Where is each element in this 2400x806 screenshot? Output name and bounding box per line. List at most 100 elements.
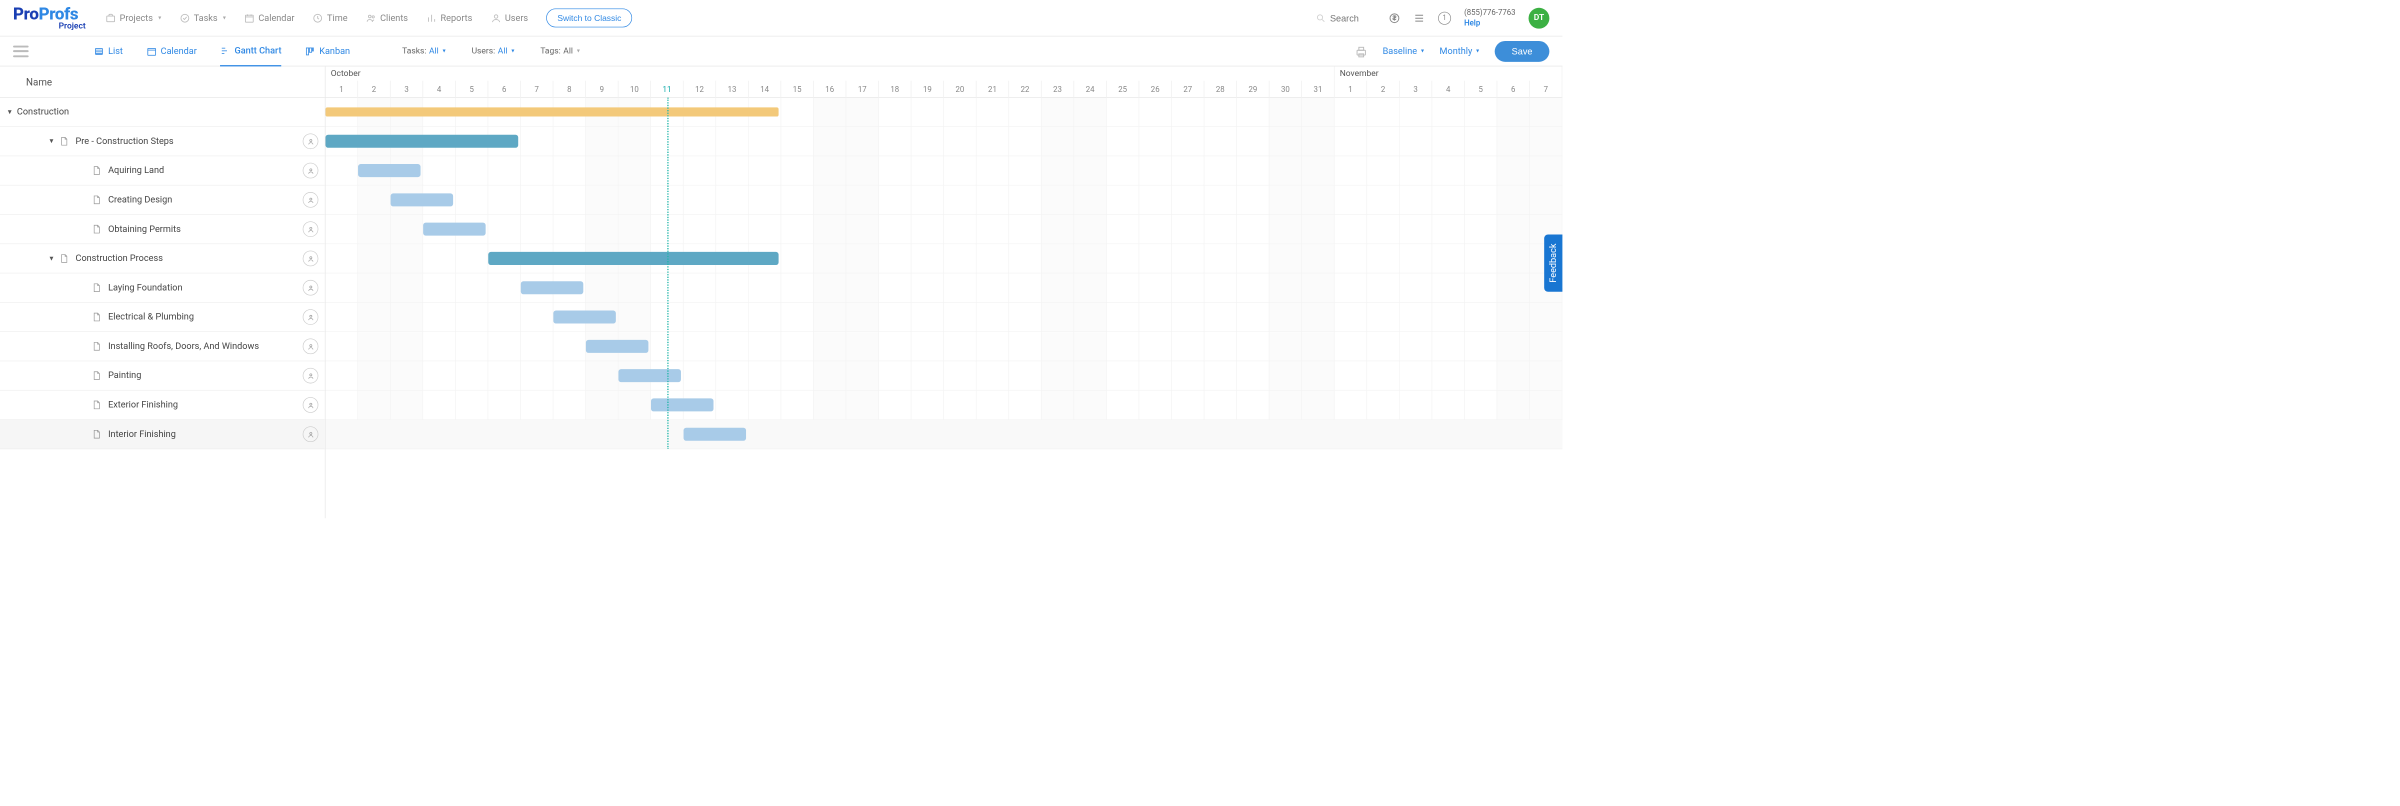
gantt-bar[interactable] (521, 281, 583, 294)
document-icon (91, 370, 101, 380)
day-cell: 1 (1335, 81, 1368, 98)
help-link[interactable]: Help (1464, 18, 1515, 28)
task-row[interactable]: Laying Foundation (0, 273, 325, 302)
gantt-bar[interactable] (651, 398, 713, 411)
gantt-bar[interactable] (391, 193, 453, 206)
day-cell: 30 (1269, 81, 1302, 98)
filter-tasks[interactable]: Tasks: All ▾ (402, 46, 445, 56)
task-row[interactable]: Installing Roofs, Doors, And Windows (0, 332, 325, 361)
expand-toggle[interactable]: ▼ (47, 255, 56, 262)
gantt-bar[interactable] (586, 340, 648, 353)
task-row[interactable]: Creating Design (0, 186, 325, 215)
gantt-bar[interactable] (358, 164, 420, 177)
task-label: Interior Finishing (108, 429, 303, 439)
gantt-bar[interactable] (684, 428, 746, 441)
gantt-row[interactable] (326, 98, 1563, 127)
nav-time-label: Time (327, 13, 347, 23)
gantt-row[interactable] (326, 332, 1563, 361)
menu-toggle[interactable] (13, 45, 29, 57)
task-row[interactable]: Exterior Finishing (0, 391, 325, 420)
gantt-chart[interactable]: OctoberNovember 123456789101112131415161… (326, 66, 1563, 518)
assign-user-button[interactable] (303, 221, 319, 237)
gantt-bar[interactable] (326, 107, 779, 116)
gantt-row[interactable] (326, 273, 1563, 302)
baseline-label: Baseline (1383, 46, 1417, 56)
gantt-row[interactable] (326, 127, 1563, 156)
view-kanban[interactable]: Kanban (305, 36, 350, 66)
document-icon (91, 224, 101, 234)
day-cell: 16 (814, 81, 847, 98)
sub-bar: List Calendar Gantt Chart Kanban Tasks: … (0, 36, 1562, 66)
nav-time[interactable]: Time (313, 13, 348, 23)
month-cell: November (1335, 66, 1563, 80)
list-icon[interactable] (1413, 12, 1425, 24)
gantt-bar[interactable] (423, 223, 485, 236)
task-row[interactable]: ▼Construction (0, 98, 325, 127)
expand-toggle[interactable]: ▼ (47, 138, 56, 145)
gantt-bar[interactable] (618, 369, 680, 382)
filter-tags[interactable]: Tags: All ▾ (540, 46, 579, 56)
assign-user-button[interactable] (303, 397, 319, 413)
avatar[interactable]: DT (1529, 7, 1550, 28)
save-button[interactable]: Save (1495, 41, 1550, 62)
assign-user-button[interactable] (303, 192, 319, 208)
assign-user-button[interactable] (303, 339, 319, 355)
view-calendar[interactable]: Calendar (146, 36, 196, 66)
nav-clients[interactable]: Clients (366, 13, 408, 23)
assign-user-button[interactable] (303, 368, 319, 384)
nav-projects[interactable]: Projects▾ (105, 13, 161, 23)
gantt-bar[interactable] (553, 311, 615, 324)
gantt-bar[interactable] (488, 252, 778, 265)
baseline-dropdown[interactable]: Baseline ▾ (1383, 46, 1424, 56)
switch-classic-button[interactable]: Switch to Classic (546, 8, 632, 27)
task-row[interactable]: Electrical & Plumbing (0, 303, 325, 332)
assign-user-button[interactable] (303, 426, 319, 442)
assign-user-button[interactable] (303, 163, 319, 179)
task-row[interactable]: Painting (0, 361, 325, 390)
badge-count: 1 (1443, 14, 1447, 22)
task-row[interactable]: ▼Pre - Construction Steps (0, 127, 325, 156)
scale-dropdown[interactable]: Monthly ▾ (1440, 46, 1480, 56)
nav-users[interactable]: Users (491, 13, 529, 23)
chevron-down-icon: ▾ (1421, 48, 1424, 55)
nav-reports[interactable]: Reports (426, 13, 472, 23)
gantt-row[interactable] (326, 215, 1563, 244)
assign-user-button[interactable] (303, 133, 319, 149)
assign-user-button[interactable] (303, 309, 319, 325)
task-row[interactable]: Obtaining Permits (0, 215, 325, 244)
gantt-bar[interactable] (326, 135, 519, 148)
expand-toggle[interactable]: ▼ (5, 108, 14, 115)
gantt-row[interactable] (326, 420, 1563, 449)
assign-user-button[interactable] (303, 280, 319, 296)
gantt-row[interactable] (326, 361, 1563, 390)
top-nav: Projects▾ Tasks▾ Calendar Time Clients R… (105, 8, 1315, 27)
gantt-row[interactable] (326, 391, 1563, 420)
task-row[interactable]: Interior Finishing (0, 420, 325, 449)
filter-users[interactable]: Users: All ▾ (472, 46, 515, 56)
print-button[interactable] (1354, 45, 1367, 58)
gantt-row[interactable] (326, 156, 1563, 185)
chevron-down-icon: ▾ (158, 15, 161, 22)
notification-badge[interactable]: 1 (1438, 11, 1451, 24)
filter-users-value: All (498, 46, 508, 56)
task-label: Exterior Finishing (108, 400, 303, 410)
users-icon (366, 13, 376, 23)
task-row[interactable]: ▼Construction Process (0, 244, 325, 273)
view-list[interactable]: List (94, 36, 123, 66)
gantt-body[interactable] (326, 98, 1563, 450)
search-input[interactable] (1330, 13, 1376, 23)
nav-calendar[interactable]: Calendar (244, 13, 294, 23)
view-gantt[interactable]: Gantt Chart (220, 36, 281, 66)
gantt-row[interactable] (326, 186, 1563, 215)
feedback-tab[interactable]: Feedback (1544, 234, 1562, 291)
gantt-row[interactable] (326, 244, 1563, 273)
currency-icon[interactable] (1389, 12, 1401, 24)
day-cell: 13 (716, 81, 749, 98)
task-label: Creating Design (108, 195, 303, 205)
assign-user-button[interactable] (303, 251, 319, 267)
task-row[interactable]: Aquiring Land (0, 156, 325, 185)
gantt-row[interactable] (326, 303, 1563, 332)
search-box[interactable] (1316, 13, 1376, 23)
logo[interactable]: ProProfs Project (13, 5, 86, 32)
nav-tasks[interactable]: Tasks▾ (179, 13, 225, 23)
